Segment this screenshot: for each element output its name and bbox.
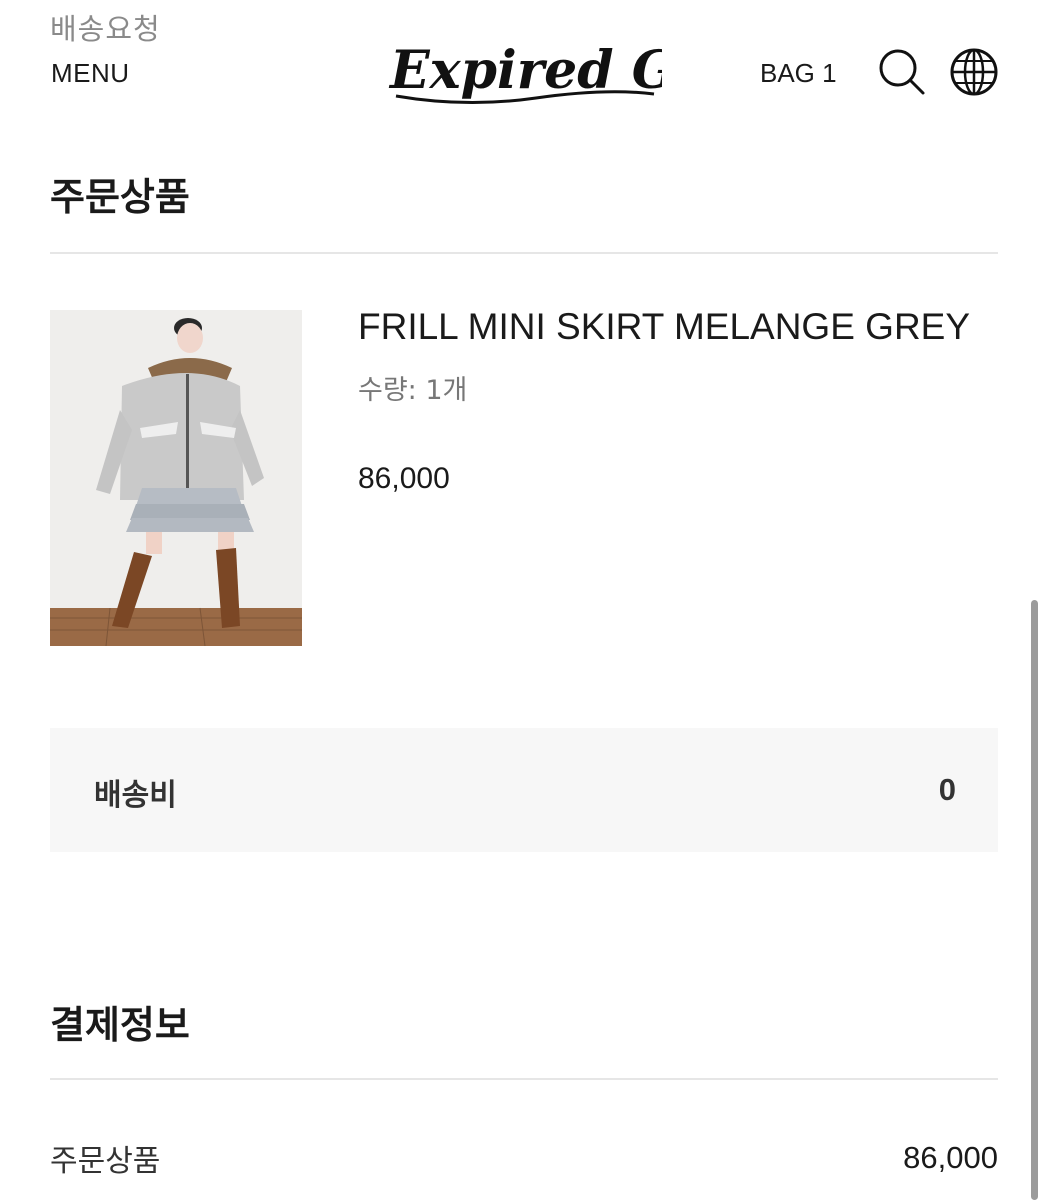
product-quantity: 수량: 1개 <box>358 375 468 406</box>
shipping-fee-label: 배송비 <box>94 778 177 813</box>
payment-row-value: 86,000 <box>903 1140 998 1175</box>
menu-button[interactable]: MENU <box>51 58 130 89</box>
globe-icon[interactable] <box>948 46 1000 98</box>
bag-button[interactable]: BAG 1 <box>760 58 837 89</box>
delivery-request-label: 배송요청 <box>50 12 161 46</box>
scrollbar[interactable] <box>1031 600 1038 1200</box>
order-items-title: 주문상품 <box>50 175 190 219</box>
payment-row-label: 주문상품 <box>50 1144 161 1179</box>
payment-info-title: 결제정보 <box>50 1003 190 1047</box>
brand-logo[interactable]: Expired Girl <box>386 34 662 112</box>
shipping-fee-box: 배송비 0 <box>50 728 998 852</box>
shipping-fee-value: 0 <box>938 772 956 807</box>
payment-info-divider <box>50 1078 998 1080</box>
order-items-divider <box>50 252 998 254</box>
product-price: 86,000 <box>358 462 450 495</box>
search-icon[interactable] <box>876 46 928 98</box>
product-name-link[interactable]: FRILL MINI SKIRT MELANGE GREY <box>358 306 970 348</box>
product-thumbnail[interactable] <box>50 310 302 647</box>
